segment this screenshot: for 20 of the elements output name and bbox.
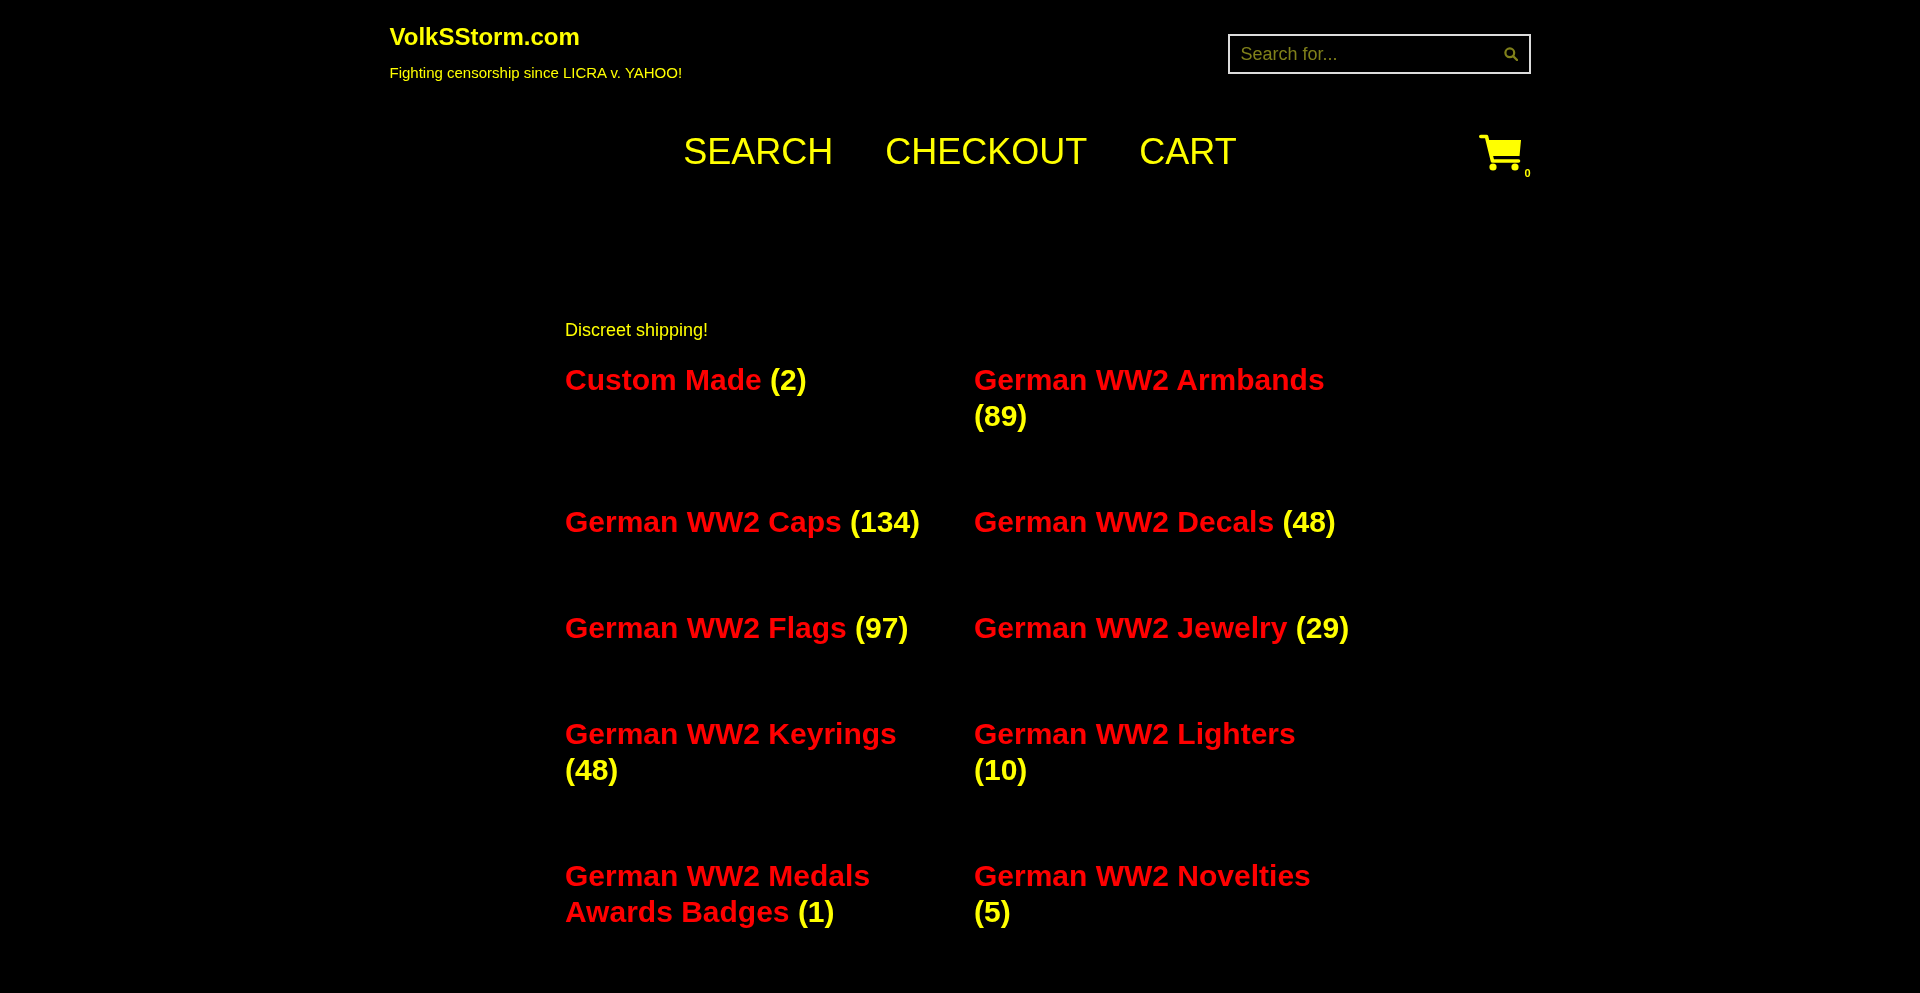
cart-button[interactable]: 0 xyxy=(1479,133,1531,179)
category-link[interactable]: Custom Made (2) xyxy=(565,362,807,398)
category-link[interactable]: German WW2 Flags (97) xyxy=(565,610,909,646)
search-field[interactable]: Search for... xyxy=(1227,34,1531,74)
nav-link[interactable]: SEARCH xyxy=(683,131,834,173)
category-link[interactable]: German WW2 Jewelry (29) xyxy=(974,610,1350,646)
nav-link[interactable]: CART xyxy=(1139,131,1237,173)
cart-icon xyxy=(1479,133,1522,171)
category-link[interactable]: German WW2 Novelties (5) xyxy=(974,858,1352,930)
category-link[interactable]: German WW2 Caps (134) xyxy=(565,504,921,540)
category-link[interactable]: German WW2 Medals Awards Badges (1) xyxy=(565,858,943,930)
category-link[interactable]: German WW2 Keyrings (48) xyxy=(565,716,943,788)
nav-link[interactable]: CHECKOUT xyxy=(885,131,1088,173)
shipping-notice: Discreet shipping! xyxy=(565,320,709,341)
category-link[interactable]: German WW2 Decals (48) xyxy=(974,504,1336,540)
category-link[interactable]: German WW2 Armbands (89) xyxy=(974,362,1352,434)
site-tagline: Fighting censorship since LICRA v. YAHOO! xyxy=(389,64,683,82)
search-icon[interactable] xyxy=(1503,47,1518,61)
site-title-link[interactable]: VolkSStorm.com xyxy=(389,23,580,51)
category-link[interactable]: German WW2 Lighters (10) xyxy=(974,716,1352,788)
